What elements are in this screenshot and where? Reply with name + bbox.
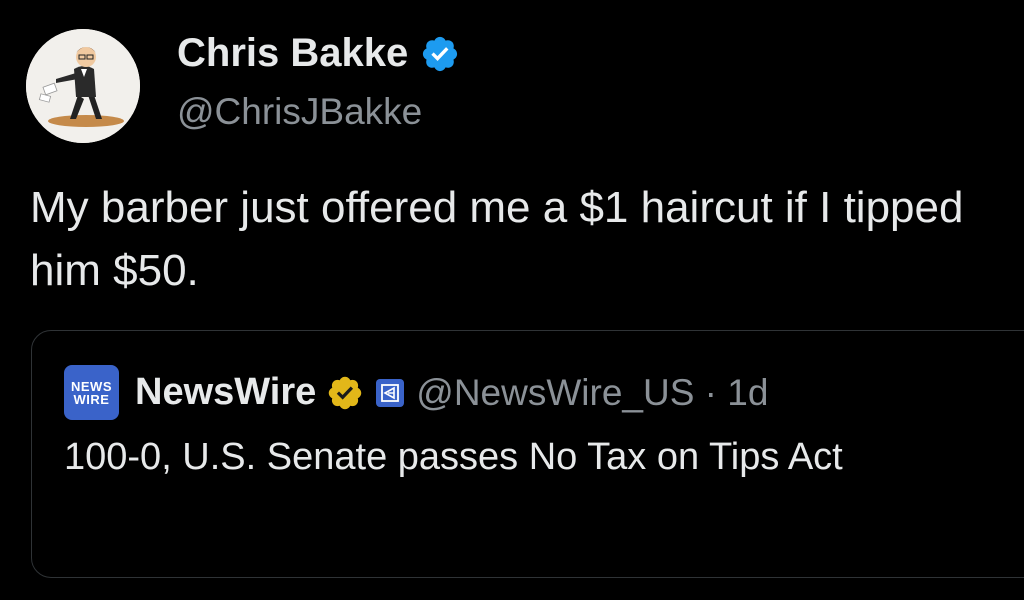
author-name-text: Chris Bakke	[177, 31, 409, 75]
blue-verified-badge-icon[interactable]	[420, 34, 460, 74]
gold-verified-badge-icon[interactable]	[326, 374, 364, 412]
quoted-tweet-card[interactable]: NEWS WIRE NewsWire @NewsWire_US · 1d 100…	[31, 330, 1024, 578]
bitmoji-avatar-icon	[26, 29, 140, 143]
tweet-text: My barber just offered me a $1 haircut i…	[30, 183, 964, 295]
newswire-logo-line1: NEWS	[71, 378, 112, 394]
quoted-tweet-text: 100-0, U.S. Senate passes No Tax on Tips…	[64, 436, 843, 478]
tweet[interactable]: Chris Bakke @ChrisJBakke My barber just …	[0, 0, 1024, 600]
affiliate-badge-icon[interactable]	[376, 378, 405, 407]
quoted-handle-and-time[interactable]: @NewsWire_US · 1d	[416, 372, 768, 414]
author-name[interactable]: Chris Bakke	[177, 31, 460, 76]
author-avatar[interactable]	[26, 29, 140, 143]
newswire-logo[interactable]: NEWS WIRE	[64, 365, 119, 420]
quoted-tweet-header: NEWS WIRE NewsWire @NewsWire_US · 1d	[64, 365, 768, 420]
quoted-author-name[interactable]: NewsWire	[135, 371, 316, 414]
newswire-logo-line2: WIRE	[73, 391, 110, 407]
author-handle[interactable]: @ChrisJBakke	[177, 91, 422, 133]
